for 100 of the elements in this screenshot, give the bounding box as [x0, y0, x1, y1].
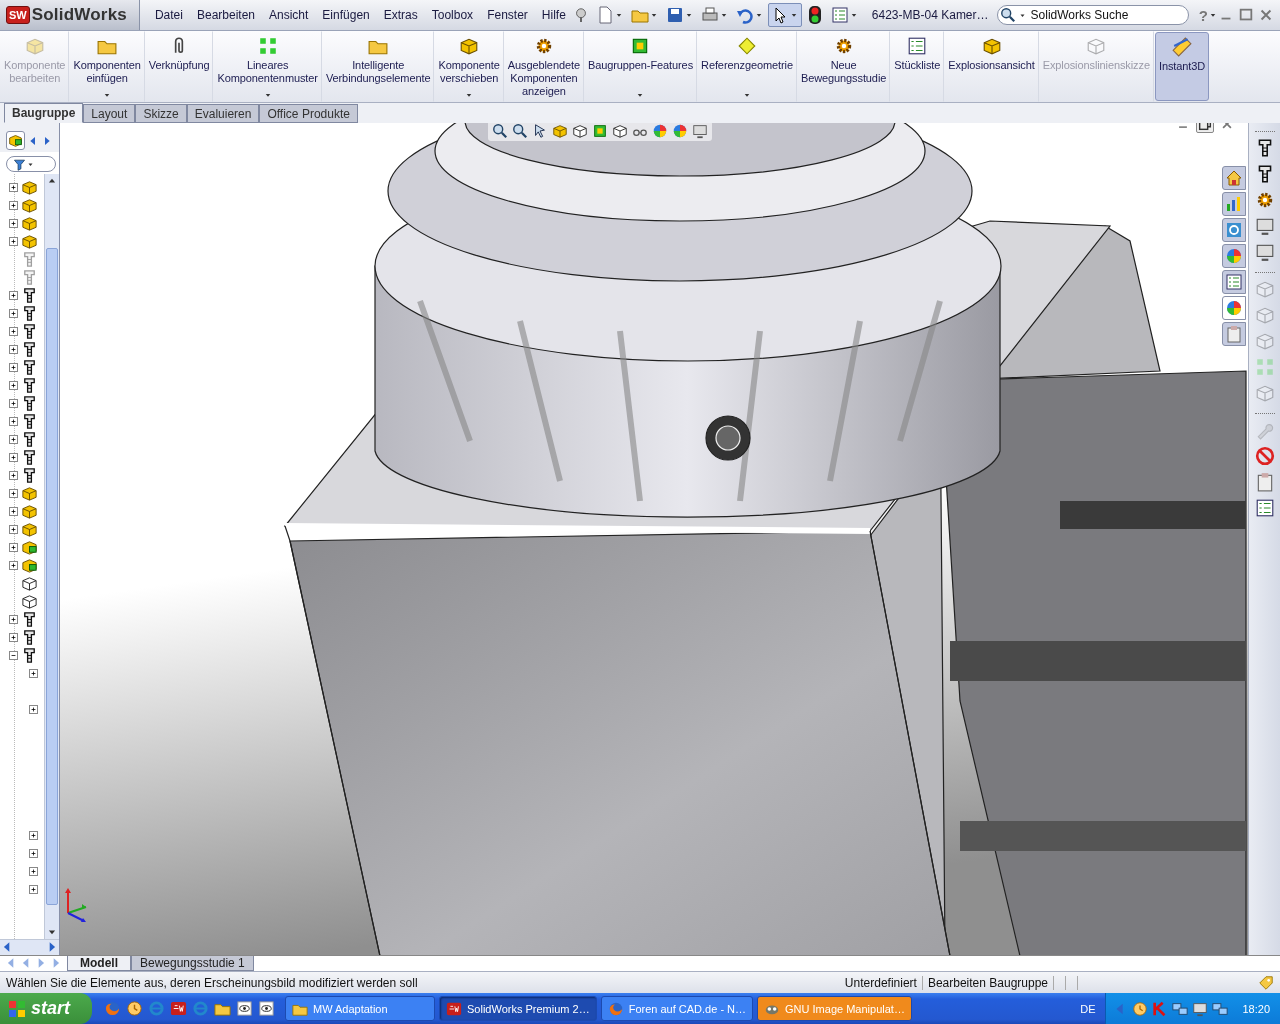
menu-item[interactable]: Datei	[147, 5, 190, 25]
menu-item[interactable]: Toolbox	[424, 5, 481, 25]
screw-icon[interactable]	[21, 394, 38, 412]
menu-item[interactable]: Einfügen	[315, 5, 377, 25]
scrollbar-thumb[interactable]	[46, 248, 58, 905]
toolbar-button[interactable]	[767, 3, 802, 27]
menu-item[interactable]: Hilfe	[534, 5, 573, 25]
taskbar-button[interactable]: MW Adaptation	[285, 996, 435, 1021]
ribbon-button[interactable]: Komponenten einfügen	[69, 31, 145, 102]
expand-icon[interactable]	[9, 470, 18, 480]
expand-icon[interactable]	[29, 866, 38, 876]
expand-icon[interactable]	[29, 848, 38, 858]
task-pane-tab[interactable]	[1222, 166, 1246, 190]
tab[interactable]: Bewegungsstudie 1	[131, 956, 254, 971]
expand-icon[interactable]	[9, 200, 18, 210]
expand-icon[interactable]	[29, 884, 38, 894]
language-indicator[interactable]: DE	[1080, 1002, 1106, 1015]
screw-icon[interactable]	[21, 304, 38, 322]
task-pane-tab[interactable]	[1222, 322, 1246, 346]
screw-icon[interactable]	[21, 466, 38, 484]
clock-icon[interactable]	[1132, 1000, 1149, 1017]
part-icon[interactable]	[21, 502, 38, 520]
screw-icon[interactable]	[21, 610, 38, 628]
zoom-icon[interactable]	[492, 123, 508, 139]
expand-icon[interactable]	[9, 290, 18, 300]
expand-icon[interactable]	[9, 308, 18, 318]
expand-icon[interactable]	[9, 182, 18, 192]
expand-icon[interactable]	[29, 830, 38, 840]
menu-item[interactable]: Fenster	[480, 5, 535, 25]
expand-icon[interactable]	[29, 704, 38, 714]
tab[interactable]: Office Produkte	[259, 104, 358, 123]
expand-icon[interactable]	[9, 380, 18, 390]
globe-icon[interactable]	[672, 123, 688, 139]
assembly-icon[interactable]	[21, 538, 38, 556]
tab[interactable]: Baugruppe	[4, 103, 84, 123]
tab[interactable]: Layout	[83, 104, 136, 123]
task-pane-tab[interactable]	[1222, 296, 1246, 320]
part-icon[interactable]	[21, 592, 38, 610]
close-icon[interactable]	[1258, 7, 1274, 23]
part-icon[interactable]	[21, 232, 38, 250]
ribbon-button[interactable]: Instant3D	[1154, 32, 1210, 101]
cursor-icon[interactable]	[532, 123, 548, 139]
ribbon-button[interactable]: Referenzgeometrie	[697, 31, 797, 102]
expand-icon[interactable]	[9, 434, 18, 444]
search-box[interactable]: SolidWorks Suche	[996, 5, 1189, 25]
expand-icon[interactable]	[9, 488, 18, 498]
eye-icon[interactable]	[236, 1000, 253, 1017]
part-icon[interactable]	[21, 196, 38, 214]
taskbar-button[interactable]: SolidWorks Premium 2…	[439, 996, 597, 1021]
logo-icon[interactable]	[170, 1000, 187, 1017]
tab[interactable]: Evaluieren	[186, 104, 260, 123]
screw-icon[interactable]	[21, 322, 38, 340]
ribbon-button[interactable]: Lineares Komponentenmuster	[213, 31, 322, 102]
menu-item[interactable]: Bearbeiten	[189, 5, 262, 25]
part-icon[interactable]	[21, 178, 38, 196]
screw-icon[interactable]	[21, 646, 38, 664]
screw-icon[interactable]	[21, 340, 38, 358]
screw-icon[interactable]	[21, 628, 38, 646]
maximize-icon[interactable]	[1238, 7, 1254, 23]
task-pane-tab[interactable]	[1222, 244, 1246, 268]
screw-icon[interactable]	[21, 448, 38, 466]
screw-icon[interactable]	[21, 430, 38, 448]
part-icon[interactable]	[21, 214, 38, 232]
expand-icon[interactable]	[9, 398, 18, 408]
expand-icon[interactable]	[9, 362, 18, 372]
expand-icon[interactable]	[9, 542, 18, 552]
task-pane-tab[interactable]	[1222, 192, 1246, 216]
ribbon-button[interactable]: Intelligente Verbindungselemente	[321, 31, 435, 102]
task-pane-tab[interactable]	[1222, 218, 1246, 242]
expand-icon[interactable]	[9, 632, 18, 642]
expand-icon[interactable]	[9, 452, 18, 462]
no-entry-icon[interactable]	[1254, 446, 1275, 466]
assembly-icon[interactable]	[8, 133, 23, 148]
part-icon[interactable]	[21, 574, 38, 592]
globe-icon[interactable]	[652, 123, 668, 139]
monitor-icon[interactable]	[1192, 1000, 1209, 1017]
ribbon-button[interactable]: Verknüpfung	[144, 31, 214, 102]
screw-icon[interactable]	[21, 412, 38, 430]
checklist-icon[interactable]	[1254, 498, 1275, 518]
help-button[interactable]: ?	[1198, 6, 1208, 24]
expand-icon[interactable]	[9, 218, 18, 228]
network-icon[interactable]	[1212, 1000, 1229, 1017]
expand-icon[interactable]	[9, 326, 18, 336]
monitor-icon[interactable]	[1254, 216, 1275, 236]
screw-icon[interactable]	[21, 286, 38, 304]
screw-icon[interactable]	[21, 358, 38, 376]
expand-icon[interactable]	[9, 236, 18, 246]
expand-icon[interactable]	[9, 560, 18, 570]
monitor-icon[interactable]	[692, 123, 708, 139]
monitor-icon[interactable]	[1254, 242, 1275, 262]
expand-icon[interactable]	[29, 668, 38, 678]
expand-icon[interactable]	[9, 506, 18, 516]
ribbon-button[interactable]: Neue Bewegungsstudie	[796, 31, 891, 102]
filter-button[interactable]	[6, 156, 56, 172]
zoom-icon[interactable]	[512, 123, 528, 139]
ribbon-button[interactable]: Ausgeblendete Komponenten anzeigen	[503, 31, 584, 102]
ribbon-button[interactable]: Stückliste	[890, 31, 945, 102]
ribbon-button[interactable]: Baugruppen-Features	[583, 31, 698, 102]
part-icon[interactable]	[21, 484, 38, 502]
ribbon-button[interactable]: Komponente verschieben	[434, 31, 504, 102]
